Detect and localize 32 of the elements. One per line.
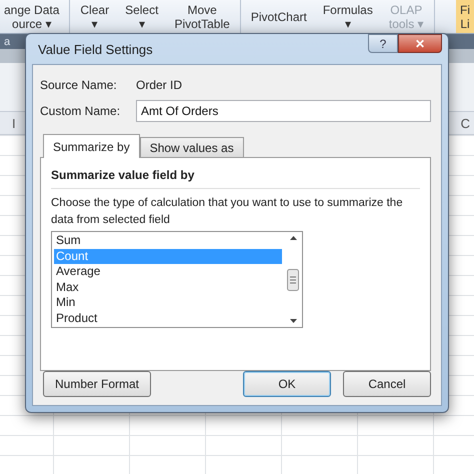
scroll-down-icon[interactable] — [290, 319, 296, 323]
cell-reference: a — [3, 36, 10, 48]
tab[interactable]: Summarize by — [43, 134, 140, 158]
dialog-button[interactable]: Number Format — [43, 371, 151, 397]
field-label: Custom Name: — [40, 104, 122, 118]
field-label: Source Name: — [40, 78, 118, 92]
help-button[interactable]: ? — [368, 34, 398, 53]
dialog-button[interactable]: Cancel — [343, 371, 431, 397]
ribbon-button[interactable]: Fi Li — [456, 0, 474, 33]
ribbon-button[interactable]: Clear ▾ — [76, 0, 114, 33]
column-header: I — [12, 116, 16, 130]
ribbon-button[interactable]: PivotChart — [246, 0, 311, 33]
scroll-thumb-icon[interactable] — [287, 268, 299, 290]
list-item[interactable]: Sum — [54, 233, 282, 248]
dialog-button[interactable]: OK — [243, 371, 331, 397]
window-title: Value Field Settings — [37, 42, 153, 56]
tab[interactable]: Show values as — [140, 137, 244, 158]
list-item[interactable]: Average — [54, 264, 282, 280]
ribbon-button[interactable]: Select ▾ — [121, 0, 162, 33]
ribbon-button[interactable]: ange Data ource ▾ — [0, 0, 64, 33]
ribbon-button[interactable]: Move PivotTable — [170, 0, 234, 33]
column-header: C — [460, 116, 470, 130]
input-field[interactable]: Amt Of Orders — [136, 100, 431, 122]
list-item[interactable]: Min — [54, 295, 282, 310]
list-box[interactable]: Sum Count Average Max Min Product — [51, 231, 303, 328]
list-item[interactable]: Product — [54, 310, 282, 326]
list-item[interactable]: Max — [54, 280, 282, 295]
ribbon-button[interactable]: Formulas ▾ — [318, 0, 377, 33]
description: Choose the type of calculation that you want to use to summarize the data from selected field — [51, 196, 404, 228]
scroll-up-icon[interactable] — [290, 236, 296, 240]
section-heading: Summarize value field by — [51, 168, 420, 189]
field-value: Order ID — [136, 78, 182, 92]
